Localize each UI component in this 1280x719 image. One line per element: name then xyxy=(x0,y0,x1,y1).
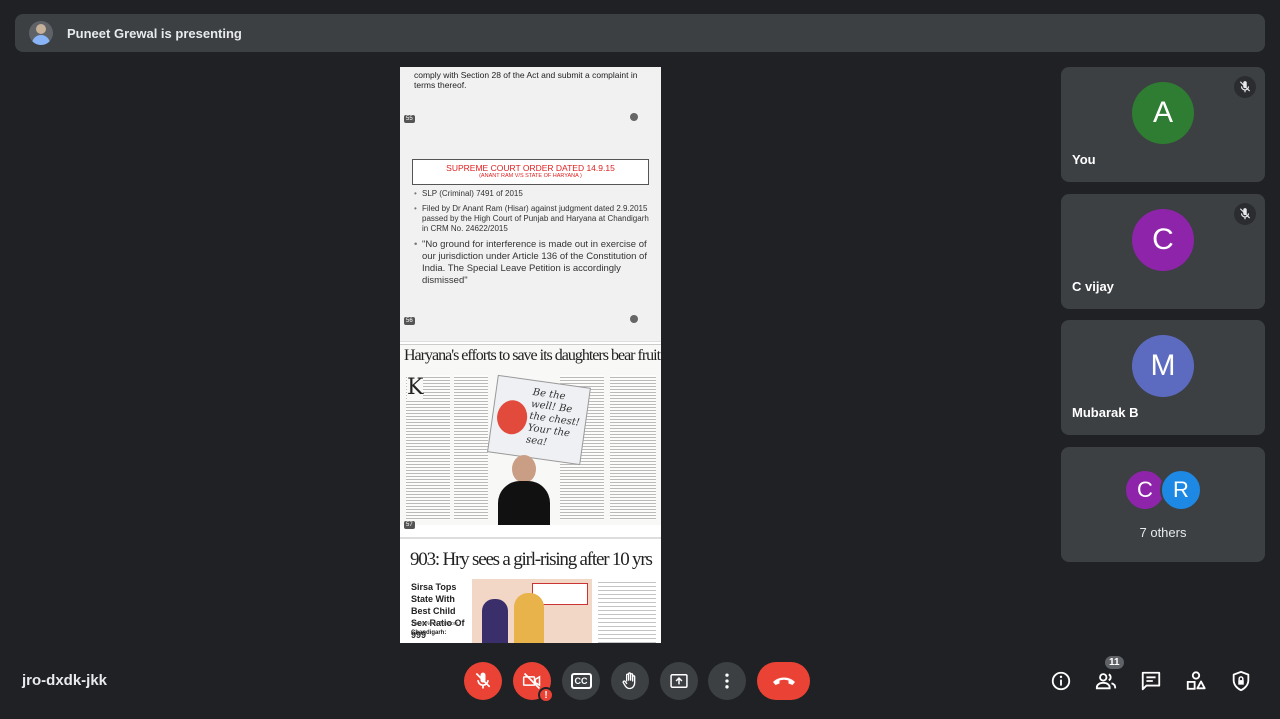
court-order-subtitle: (ANANT RAM V/S STATE OF HARYANA ) xyxy=(479,173,582,179)
shared-screen: comply with Section 28 of the Act and su… xyxy=(400,67,661,643)
participant-tile-you[interactable]: A You xyxy=(1061,67,1265,182)
slide-bullets: SLP (Criminal) 7491 of 2015 Filed by Dr … xyxy=(414,189,652,292)
avatar: M xyxy=(1132,335,1194,397)
mic-off-icon xyxy=(1234,76,1256,98)
leave-call-button[interactable] xyxy=(757,662,810,700)
presenter-banner: Puneet Grewal is presenting xyxy=(15,14,1265,52)
shield-lock-icon xyxy=(1232,670,1250,692)
activities-icon xyxy=(1186,671,1206,690)
news2-photo xyxy=(472,579,592,643)
meeting-details-button[interactable] xyxy=(1044,664,1078,698)
news2-dateline: Chandigarh: xyxy=(411,630,447,636)
avatar: C xyxy=(1132,209,1194,271)
bullet-item: "No ground for interference is made out … xyxy=(414,239,652,287)
slide-dot xyxy=(630,315,638,323)
host-controls-button[interactable] xyxy=(1224,664,1258,698)
others-count-label: 7 others xyxy=(1139,525,1187,540)
camera-off-icon xyxy=(522,672,541,690)
avatar: A xyxy=(1132,82,1194,144)
mic-off-icon xyxy=(1234,203,1256,225)
participant-name: C vijay xyxy=(1072,279,1114,294)
news-column xyxy=(610,375,656,520)
news-headline: Haryana's efforts to save its daughters … xyxy=(404,347,661,364)
mic-toggle-button[interactable] xyxy=(464,662,502,700)
captions-icon: CC xyxy=(570,673,592,689)
slide-supreme-court: comply with Section 28 of the Act and su… xyxy=(400,67,661,342)
bullet-item: SLP (Criminal) 7491 of 2015 xyxy=(414,189,652,199)
news2-headline: 903: Hry sees a girl-rising after 10 yrs xyxy=(410,549,653,570)
chat-button[interactable] xyxy=(1134,664,1168,698)
raise-hand-button[interactable] xyxy=(611,662,649,700)
participant-tile-c-vijay[interactable]: C C vijay xyxy=(1061,194,1265,309)
newspaper-clipping-1: Haryana's efforts to save its daughters … xyxy=(400,344,661,529)
slide-page-number: 55 xyxy=(404,115,415,123)
presenter-text: Puneet Grewal is presenting xyxy=(67,25,242,41)
newspaper-clipping-2: 903: Hry sees a girl-rising after 10 yrs… xyxy=(400,537,661,643)
participant-tile-others[interactable]: C R 7 others xyxy=(1061,447,1265,562)
news-poster-image: Be the well! Be the chest! Your the sea! xyxy=(487,374,591,466)
slide-page-number: 56 xyxy=(404,317,415,325)
news-drop-cap: K xyxy=(407,375,424,400)
news2-byline: Times News Network xyxy=(411,621,459,627)
avatar: R xyxy=(1160,469,1202,511)
participant-name: Mubarak B xyxy=(1072,405,1139,420)
leave-call-icon xyxy=(772,677,795,685)
camera-toggle-button[interactable]: ! xyxy=(513,662,554,703)
presenter-avatar xyxy=(29,21,53,45)
camera-alert-badge: ! xyxy=(538,687,554,703)
slide-page-number: 57 xyxy=(404,521,415,529)
people-icon xyxy=(1095,673,1117,690)
slide-dot xyxy=(630,113,638,121)
activities-button[interactable] xyxy=(1179,664,1213,698)
more-icon xyxy=(725,673,729,689)
people-button[interactable]: 11 xyxy=(1089,654,1126,698)
people-count-badge: 11 xyxy=(1103,654,1126,671)
slide-top-text: comply with Section 28 of the Act and su… xyxy=(414,70,638,90)
court-order-title: SUPREME COURT ORDER DATED 14.9.15 xyxy=(446,163,615,173)
mic-off-icon xyxy=(475,672,491,689)
participant-tile-mubarak-b[interactable]: M Mubarak B xyxy=(1061,320,1265,435)
meeting-code: jro-dxdk-jkk xyxy=(22,672,108,689)
chat-icon xyxy=(1141,671,1161,691)
bullet-item: Filed by Dr Anant Ram (Hisar) against ju… xyxy=(414,204,652,234)
news-column xyxy=(454,375,488,520)
court-order-box: SUPREME COURT ORDER DATED 14.9.15 (ANANT… xyxy=(412,159,649,185)
present-now-button[interactable] xyxy=(660,662,698,700)
poster-graphic xyxy=(494,398,530,437)
news-photo-person xyxy=(496,455,552,525)
news2-column xyxy=(598,579,656,643)
present-icon xyxy=(670,674,688,688)
more-options-button[interactable] xyxy=(708,662,746,700)
captions-button[interactable]: CC xyxy=(562,662,600,700)
raise-hand-icon xyxy=(622,672,636,690)
participant-name: You xyxy=(1072,152,1096,167)
info-icon xyxy=(1051,671,1071,691)
poster-text: Be the well! Be the chest! Your the sea! xyxy=(525,386,581,449)
